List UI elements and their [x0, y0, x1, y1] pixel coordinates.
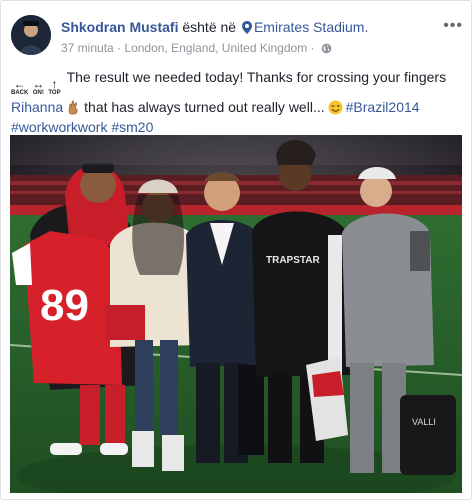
shirt-brand-text: TRAPSTAR [266, 255, 320, 266]
stadium-group-photo: 89 TRAPSTAR VALLI [10, 135, 462, 493]
on-emoji-label: ON! [32, 90, 44, 96]
location-link[interactable]: Emirates Stadium. [254, 19, 368, 35]
post-header: Shkodran Mustafi është në Emirates Stadi… [11, 15, 465, 59]
post-author-line: Shkodran Mustafi është në Emirates Stadi… [61, 19, 368, 35]
user-avatar-icon [11, 15, 51, 55]
post-place[interactable]: London, England, United Kingdom [124, 41, 307, 55]
post-text-main: The result we needed today! Thanks for c… [66, 69, 447, 85]
post-timestamp[interactable]: 37 minuta [61, 41, 114, 55]
back-emoji-label: BACK [11, 90, 29, 96]
hashtag-brazil2014[interactable]: #Brazil2014 [346, 99, 420, 115]
author-name[interactable]: Shkodran Mustafi [61, 19, 178, 35]
top-emoji-label: TOP [48, 90, 61, 96]
meta-separator-2: · [310, 41, 315, 55]
author-avatar[interactable] [11, 15, 51, 55]
back-arrow-emoji: ← BACK [11, 77, 29, 96]
wink-emoji [328, 100, 343, 115]
top-arrow-emoji: ↑ TOP [48, 77, 61, 96]
jersey-number: 89 [40, 281, 89, 330]
hashtag-workworkwork[interactable]: #workworkwork [11, 119, 107, 135]
crossed-fingers-emoji [68, 100, 78, 115]
location-pin-icon [241, 21, 252, 34]
facebook-post-card: Shkodran Mustafi është në Emirates Stadi… [0, 0, 472, 500]
meta-separator: · [117, 41, 122, 55]
hashtag-sm20[interactable]: #sm20 [111, 119, 153, 135]
post-meta: 37 minuta · London, England, United King… [61, 41, 332, 55]
bag-brand-text: VALLI [412, 417, 436, 427]
back-on-top-emojis: ← BACK ↔ ON! ↑ TOP [11, 77, 61, 97]
post-text-after-mention: that has always turned out really well..… [84, 99, 325, 115]
post-text: ← BACK ↔ ON! ↑ TOP The result we needed tod… [11, 67, 465, 137]
location-prefix: është në [182, 19, 237, 35]
globe-icon[interactable] [321, 43, 332, 54]
more-options-icon[interactable]: ••• [443, 17, 463, 35]
mention-link[interactable]: Rihanna [11, 99, 63, 115]
on-arrow-emoji: ↔ ON! [32, 77, 45, 96]
post-photo[interactable]: 89 TRAPSTAR VALLI [10, 135, 462, 493]
